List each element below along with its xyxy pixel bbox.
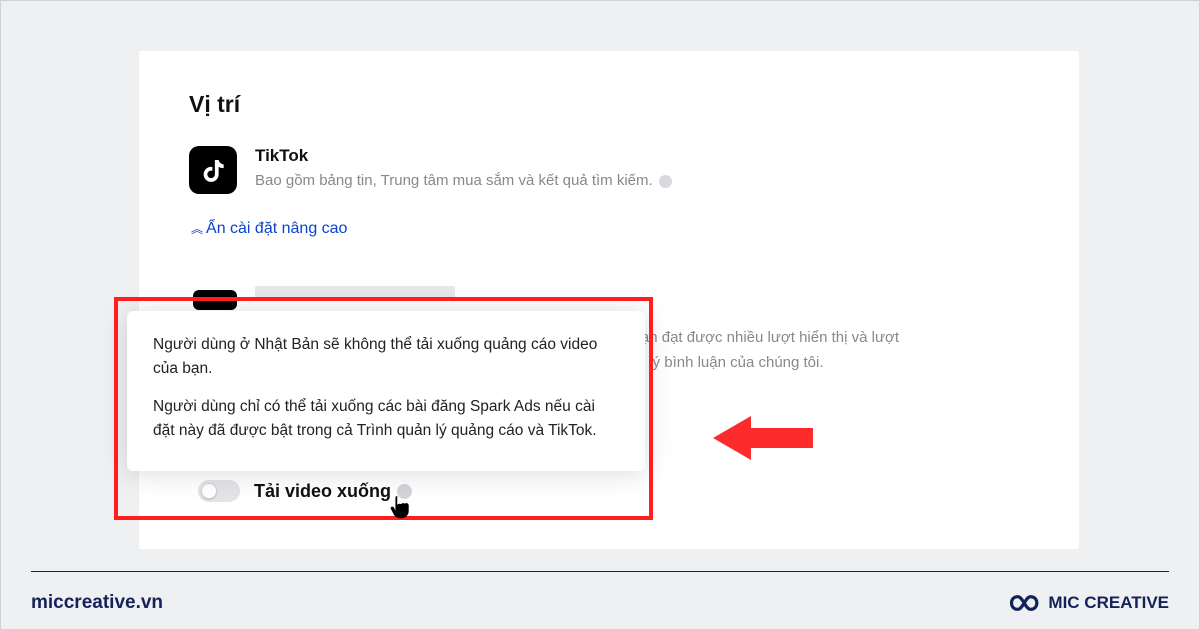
placement-panel: Vị trí TikTok Bao gồm bảng tin, Trung tâ… — [139, 51, 1079, 549]
hide-advanced-link[interactable]: ︽ Ẩn cài đặt nâng cao — [191, 220, 347, 238]
platform-text: TikTok Bao gồm bảng tin, Trung tâm mua s… — [255, 146, 672, 189]
platform-name: TikTok — [255, 146, 672, 166]
chevron-up-icon: ︽ — [191, 226, 200, 232]
platform-row-tiktok[interactable]: TikTok Bao gồm bảng tin, Trung tâm mua s… — [189, 146, 1029, 194]
info-icon[interactable] — [659, 175, 672, 188]
site-url[interactable]: miccreative.vn — [31, 592, 163, 614]
tooltip-paragraph-2: Người dùng chỉ có thể tải xuống các bài … — [153, 395, 619, 443]
download-toggle-row: Tải video xuống — [198, 480, 412, 502]
tiktok-icon — [189, 146, 237, 194]
footer-divider — [31, 571, 1169, 572]
collapse-label: Ẩn cài đặt nâng cao — [206, 220, 347, 238]
toggle-knob — [201, 483, 217, 499]
platform-description: Bao gồm bảng tin, Trung tâm mua sắm và k… — [255, 172, 672, 189]
tooltip-paragraph-1: Người dùng ở Nhật Bản sẽ không thể tải x… — [153, 333, 619, 381]
section-title: Vị trí — [189, 91, 1029, 118]
cursor-pointer-icon — [389, 494, 411, 520]
download-tooltip: Người dùng ở Nhật Bản sẽ không thể tải x… — [127, 311, 645, 471]
page-footer: miccreative.vn MIC CREATIVE — [31, 591, 1169, 615]
pangle-icon — [193, 290, 237, 310]
infinity-icon — [1002, 591, 1040, 615]
attention-arrow-icon — [713, 416, 813, 460]
brand-name: MIC CREATIVE — [1048, 593, 1169, 613]
download-toggle[interactable] — [198, 480, 240, 502]
brand-logo: MIC CREATIVE — [1002, 591, 1169, 615]
